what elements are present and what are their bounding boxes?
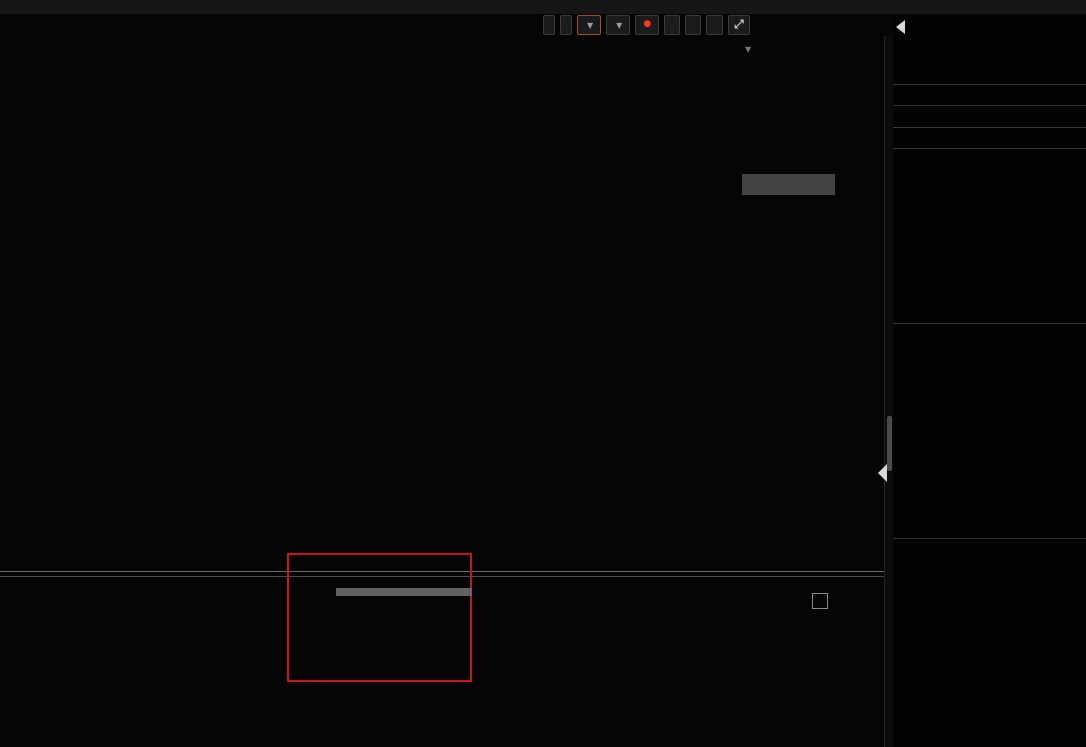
quote-panel xyxy=(893,14,1086,747)
close-indicator-icon[interactable] xyxy=(812,593,828,609)
top-menu-bar xyxy=(0,0,1086,14)
fuquan-button[interactable]: ▼ xyxy=(577,15,601,35)
fullscreen-icon[interactable]: ⤢ xyxy=(728,15,750,35)
draw-line-button[interactable] xyxy=(664,15,680,35)
overlay-button[interactable]: ▼ xyxy=(606,15,630,35)
classic-button[interactable] xyxy=(685,15,701,35)
gap-annotation xyxy=(742,174,835,195)
zoom-in-button[interactable] xyxy=(543,15,555,35)
dividend-tooltip xyxy=(336,588,472,596)
chart-area[interactable]: ▼ xyxy=(0,36,886,747)
collapse-panel-arrow[interactable] xyxy=(878,464,887,482)
trade-status-row xyxy=(893,86,1086,105)
chevron-down-icon: ▼ xyxy=(616,21,622,30)
hide-button[interactable] xyxy=(706,15,723,35)
back-arrow-icon[interactable] xyxy=(896,20,905,34)
candlestick-chart[interactable] xyxy=(0,40,830,574)
chouma-button[interactable]: ● xyxy=(635,15,659,35)
zoom-out-button[interactable] xyxy=(560,15,572,35)
red-dot-badge: ● xyxy=(643,19,651,29)
scrollbar-thumb[interactable] xyxy=(887,416,892,471)
chevron-down-icon: ▼ xyxy=(587,21,593,30)
weibi-row xyxy=(893,107,1086,126)
red-rectangle-annotation xyxy=(287,553,472,682)
level2-promo-link[interactable] xyxy=(893,127,1086,149)
